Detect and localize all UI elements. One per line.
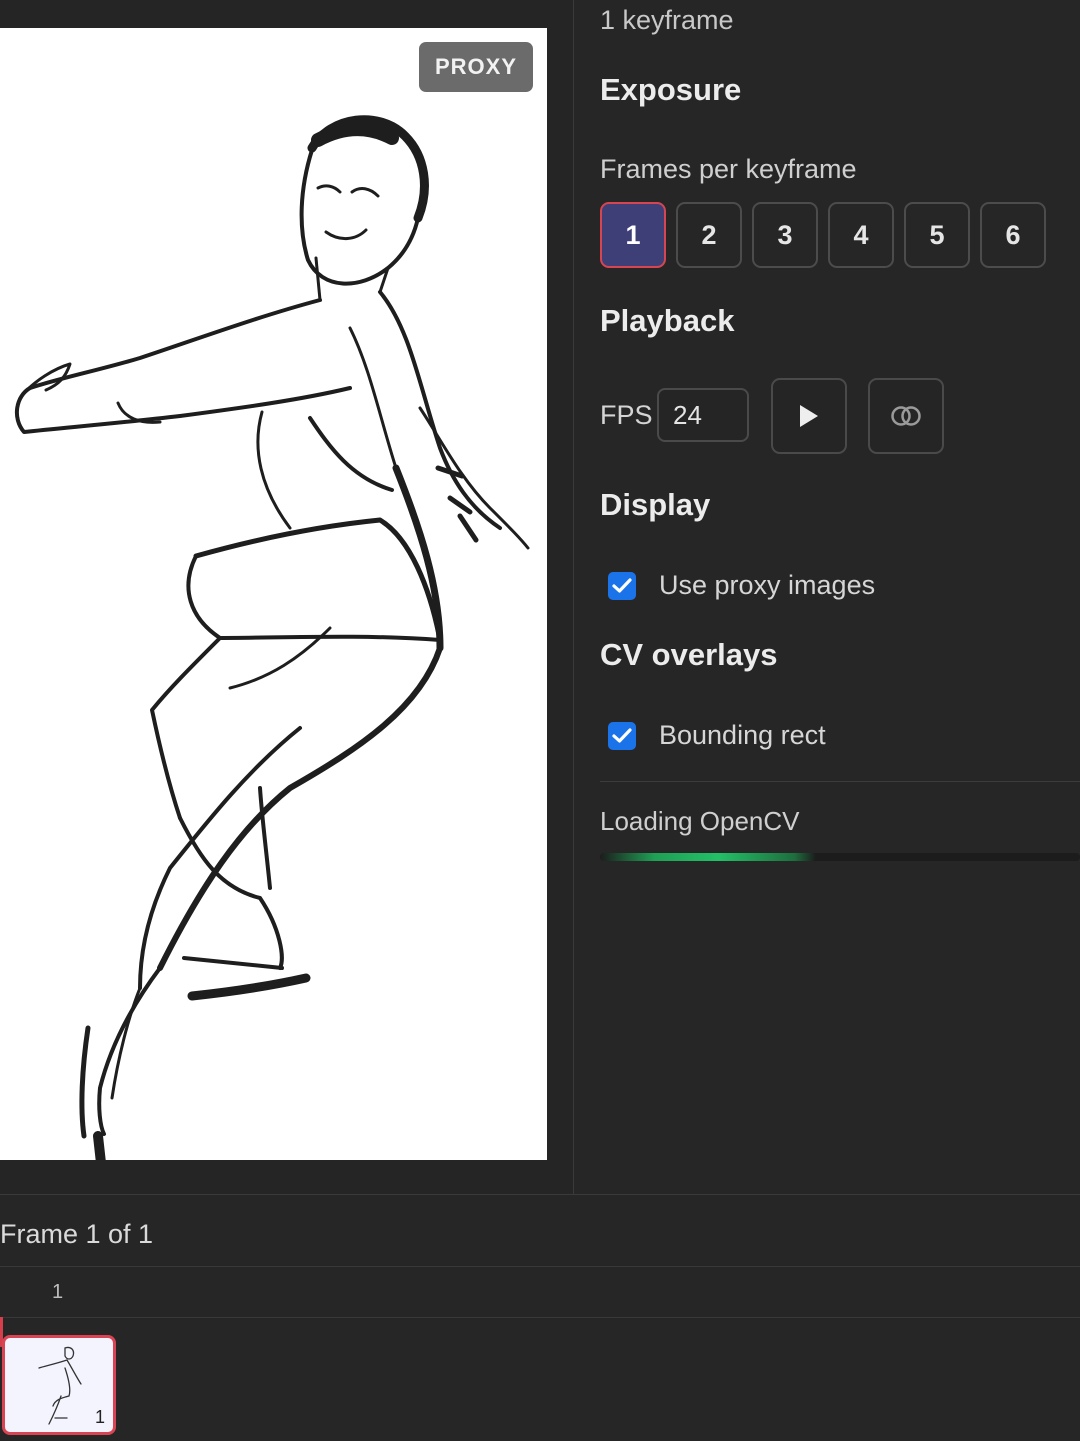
exposure-options: 1 2 3 4 5 6 [600, 202, 1046, 268]
onion-skin-button[interactable] [868, 378, 944, 454]
exposure-option-5[interactable]: 5 [904, 202, 970, 268]
use-proxy-label: Use proxy images [659, 570, 876, 600]
checkmark-icon [612, 727, 632, 743]
exposure-option-1[interactable]: 1 [600, 202, 666, 268]
timeline-divider [0, 1266, 1080, 1267]
checkmark-icon [612, 577, 632, 593]
proxy-badge: PROXY [418, 42, 533, 92]
bounding-rect-label: Bounding rect [659, 720, 826, 750]
exposure-option-2[interactable]: 2 [676, 202, 742, 268]
properties-panel: 1 keyframe Exposure Frames per keyframe … [600, 0, 1080, 1194]
timeline: Frame 1 of 1 1 1 [0, 1194, 1080, 1441]
bounding-rect-option[interactable]: Bounding rect [608, 720, 826, 751]
bounding-rect-checkbox[interactable] [608, 721, 636, 750]
divider [600, 781, 1080, 782]
display-title: Display [600, 487, 711, 522]
use-proxy-option[interactable]: Use proxy images [608, 570, 875, 601]
thumbnail-frame-number: 1 [94, 1407, 105, 1427]
loading-progress-fill [600, 853, 816, 861]
exposure-option-4[interactable]: 4 [828, 202, 894, 268]
drawing-preview: PROXY [0, 28, 547, 1160]
canvas-area: PROXY [0, 0, 574, 1194]
use-proxy-checkbox[interactable] [608, 571, 636, 600]
cv-overlays-title: CV overlays [600, 637, 778, 672]
ruler-frame-number: 1 [52, 1281, 64, 1303]
play-button[interactable] [771, 378, 847, 454]
keyframe-count: 1 keyframe [600, 5, 734, 35]
exposure-option-6[interactable]: 6 [980, 202, 1046, 268]
ruler-divider [0, 1317, 1080, 1318]
loading-status: Loading OpenCV [600, 806, 800, 836]
onion-skin-icon [891, 406, 921, 426]
playback-title: Playback [600, 303, 735, 338]
figure-sketch [14, 115, 530, 1160]
play-icon [800, 405, 818, 427]
fps-label: FPS [600, 400, 653, 430]
loading-progress-bar [600, 853, 1080, 861]
fps-input[interactable]: 24 [657, 388, 749, 442]
frame-thumbnail[interactable]: 1 [2, 1335, 116, 1435]
exposure-option-3[interactable]: 3 [752, 202, 818, 268]
exposure-title: Exposure [600, 72, 742, 107]
frames-per-keyframe-label: Frames per keyframe [600, 154, 857, 184]
frame-counter: Frame 1 of 1 [0, 1219, 154, 1249]
